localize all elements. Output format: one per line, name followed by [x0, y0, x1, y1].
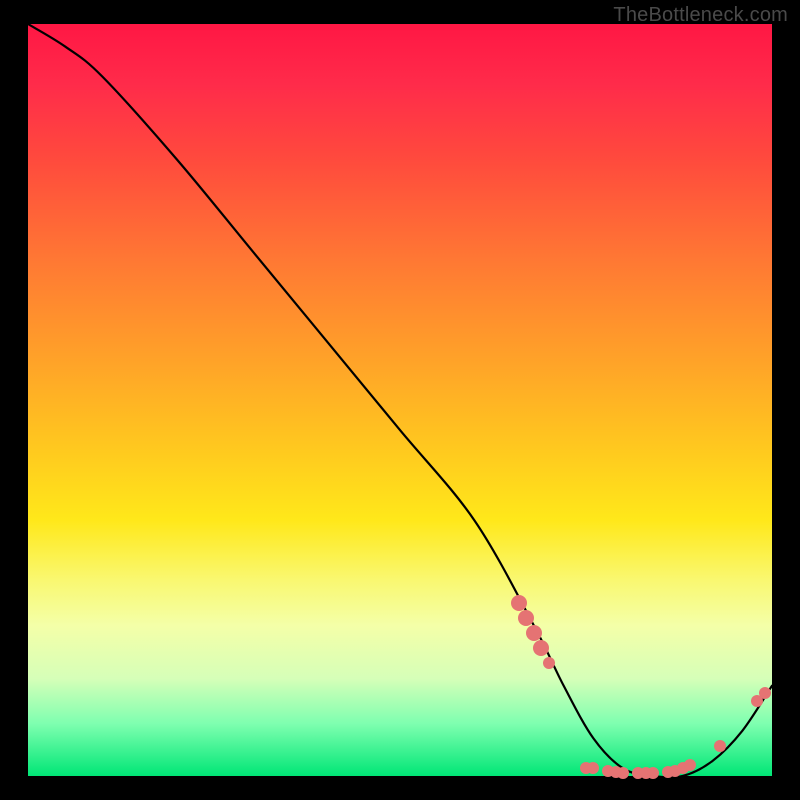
watermark-text: TheBottleneck.com	[613, 4, 788, 27]
data-marker	[617, 767, 629, 779]
data-marker	[587, 762, 599, 774]
data-marker	[714, 740, 726, 752]
data-marker	[533, 640, 549, 656]
data-marker	[684, 759, 696, 771]
data-marker	[511, 595, 527, 611]
data-marker	[759, 687, 771, 699]
data-curve	[28, 24, 772, 776]
data-marker	[543, 657, 555, 669]
curve-layer	[28, 24, 772, 776]
data-marker	[526, 625, 542, 641]
data-marker	[518, 610, 534, 626]
data-marker	[647, 767, 659, 779]
plot-area	[28, 24, 772, 776]
